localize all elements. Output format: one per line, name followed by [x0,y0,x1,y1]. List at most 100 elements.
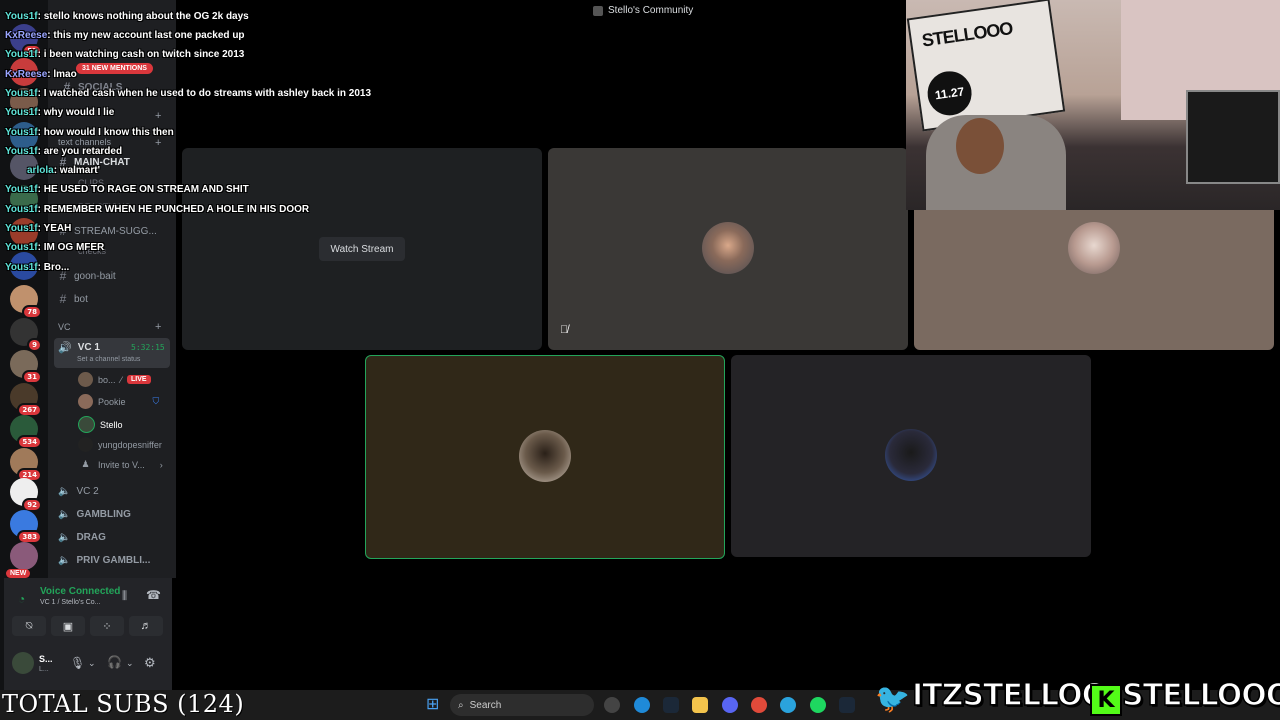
voice-channel-gambling[interactable]: 🔈 GAMBLING [58,509,131,520]
steam-icon[interactable] [839,697,855,713]
activities-button[interactable]: ⁘ [90,616,124,636]
server-icon[interactable]: 9 [10,318,42,352]
server-icon[interactable]: 92 [10,478,42,512]
total-subs-counter: TOTAL SUBS (124) [2,690,245,718]
new-mentions-pill[interactable]: 31 NEW MENTIONS [76,63,153,74]
chat-message: Yous1f: are you retarded [5,146,123,157]
kick-handle: STELLOOO [1121,677,1280,714]
invite-label: Invite to V... [98,459,145,470]
participant-tile[interactable]: 🎙̸ [548,148,908,350]
taskbar-search[interactable]: ⌕ Search [450,694,594,716]
server-badge: 9 [27,338,42,352]
soundboard-button[interactable]: ♬ [129,616,163,636]
participant-tile-speaking[interactable] [365,355,725,559]
muted-icon: ⁄ [120,374,123,385]
watch-stream-button[interactable]: Watch Stream [319,237,405,261]
channel-label: DRAG [76,532,106,543]
chat-message: KxReese: lmao [5,69,77,80]
shield-icon: ⛉ [152,396,160,406]
chat-message: Yous1f: HE USED TO RAGE ON STREAM AND SH… [5,184,249,195]
voice-user[interactable]: bo... ⁄ LIVE [78,372,151,387]
kick-icon: K [1090,684,1122,716]
vc-category[interactable]: VC [58,322,71,332]
live-badge: LIVE [127,375,151,384]
voice-user[interactable]: yungdopesniffer [78,437,162,452]
channel-label: GAMBLING [76,509,131,520]
video-off-icon: ⍉ [25,619,33,632]
add-channel-icon[interactable]: + [155,321,161,333]
streamer-head [956,118,1004,174]
webcam-overlay: STELLOOO 11.27 [906,0,1280,210]
headphones-icon[interactable]: 🎧 [107,655,122,669]
spotify-icon[interactable] [810,697,826,713]
user-status: L... [39,666,49,673]
file-explorer-icon[interactable] [692,697,708,713]
participant-tile[interactable] [731,355,1091,557]
voice-channel-vc2[interactable]: 🔈 VC 2 [58,486,99,497]
voice-user[interactable]: Pookie ⛉ [78,394,159,409]
chat-message: Yous1f: stello knows nothing about the O… [5,11,249,22]
user-name: Pookie [98,396,126,407]
chevron-right-icon: › [159,459,163,470]
noise-suppression-icon[interactable]: ⫼ [122,590,127,603]
voice-user[interactable]: Stello [78,416,123,433]
speaker-icon: 🔈 [58,532,71,543]
vc1-timer: 5:32:15 [131,343,165,352]
discord-icon[interactable] [722,697,738,713]
server-icon [593,5,603,16]
voice-channel-priv-gambling[interactable]: 🔈 PRIV GAMBLI... [58,555,150,566]
video-toggle-button[interactable]: ⍉ [12,616,46,636]
screen-share-button[interactable]: ▣ [51,616,85,636]
voice-channel-drag[interactable]: 🔈 DRAG [58,532,106,543]
wall-sign: STELLOOO 11.27 [906,0,1066,132]
gear-icon[interactable]: ⚙ [144,655,156,671]
server-icon[interactable]: 78 [10,285,42,319]
avatar [78,372,93,387]
user-name: bo... [98,374,116,385]
search-icon: ⌕ [458,699,464,711]
chevron-down-icon[interactable]: ⌄ [88,658,96,669]
avatar[interactable] [12,652,34,674]
steam-icon[interactable] [663,697,679,713]
server-icon[interactable]: 267 [10,383,42,417]
server-icon[interactable]: 214 [10,448,42,482]
channel-label: goon-bait [74,270,116,282]
voice-channel-vc1[interactable]: 🔊 VC 1 [58,341,100,354]
avatar [702,222,754,274]
avatar [519,430,571,482]
new-badge: NEW [6,569,31,578]
chrome-canary-icon[interactable] [604,697,620,713]
avatar [78,437,93,452]
speaker-icon: 🔈 [58,509,71,520]
stream-tile[interactable]: Watch Stream [182,148,542,350]
chevron-down-icon[interactable]: ⌄ [126,658,134,669]
avatar [1068,222,1120,274]
add-channel-icon[interactable]: + [155,110,161,122]
signal-icon: ◔ [18,592,26,606]
chat-message: KxReese: this my new account last one pa… [5,30,245,41]
channel-label: VC 1 [77,342,100,353]
server-badge: 31 [22,370,42,384]
voice-channel-link[interactable]: VC 1 / Stello's Co... [40,599,100,606]
disconnect-icon[interactable]: ☎ [146,588,161,602]
telegram-icon[interactable] [780,697,796,713]
server-icon[interactable]: 31 [10,350,42,384]
invite-to-voice[interactable]: ♟ Invite to V... › [78,459,163,470]
chat-message: Yous1f: why would I lie [5,107,115,118]
microphone-icon[interactable]: 🎙 [70,656,85,670]
channel-status[interactable]: Set a channel status [77,356,140,363]
chat-message: Yous1f: I watched cash when he used to d… [5,88,372,99]
channel-label: STREAM-SUGG... [74,225,157,237]
add-person-icon: ♟ [81,459,90,469]
server-icon[interactable]: 383 [10,510,42,544]
channel-bot[interactable]: # bot [58,292,88,306]
channel-stream-suggestions[interactable]: # STREAM-SUGG... [58,224,157,238]
user-name: S... [39,654,53,664]
server-icon[interactable]: NEW [6,542,38,578]
server-icon[interactable]: 534 [10,415,42,449]
add-channel-icon[interactable]: + [155,137,161,149]
chrome-icon[interactable] [751,697,767,713]
windows-start-icon[interactable]: ⊞ [426,697,439,713]
edge-icon[interactable] [634,697,650,713]
hash-icon: # [59,292,67,306]
